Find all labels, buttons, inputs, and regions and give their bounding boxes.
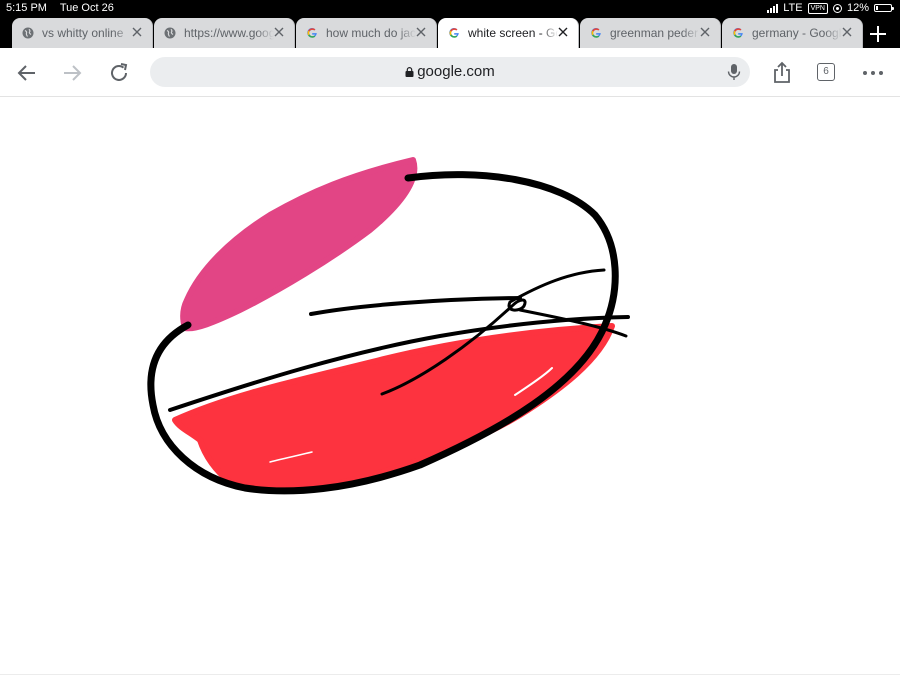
vpn-badge: VPN	[807, 2, 828, 14]
black-line-top	[309, 296, 522, 316]
signal-icon	[767, 3, 779, 13]
orientation-lock-icon	[832, 3, 842, 13]
tab-1[interactable]: vs whitty online	[12, 18, 153, 48]
google-icon	[449, 27, 459, 38]
microphone-icon[interactable]	[726, 63, 742, 81]
network-label: LTE	[783, 2, 803, 14]
close-icon[interactable]	[273, 26, 285, 38]
tab-title: white screen - Google	[468, 26, 558, 40]
red-scribble	[172, 323, 615, 493]
more-menu-icon[interactable]	[861, 61, 885, 85]
globe-icon	[22, 27, 34, 39]
back-arrow-icon[interactable]	[15, 61, 39, 85]
tab-6[interactable]: germany - Google	[722, 18, 863, 48]
close-icon[interactable]	[557, 26, 569, 38]
tab-title: https://www.google.com	[184, 26, 274, 40]
address-bar[interactable]: google.com	[150, 57, 750, 87]
tab-title: how much do jacks	[326, 26, 416, 40]
tab-2[interactable]: https://www.google.com	[154, 18, 295, 48]
new-tab-plus-icon[interactable]	[866, 22, 890, 46]
status-bar: 5:15 PM Tue Oct 26 LTE VPN 12%	[0, 0, 900, 16]
browser-toolbar: google.com 6	[0, 48, 900, 97]
browser-chrome-top: 5:15 PM Tue Oct 26 LTE VPN 12% vs whitty…	[0, 0, 900, 48]
tab-switcher-button[interactable]: 6	[817, 63, 835, 81]
battery-level	[876, 6, 878, 10]
forward-arrow-icon[interactable]	[60, 61, 84, 85]
google-icon	[307, 27, 317, 38]
tab-3[interactable]: how much do jacks	[296, 18, 437, 48]
google-icon	[733, 27, 743, 38]
tab-title: vs whitty online	[42, 26, 124, 40]
tab-title: germany - Google	[752, 26, 842, 40]
reload-icon[interactable]	[107, 61, 131, 85]
battery-icon	[874, 4, 894, 12]
share-icon[interactable]	[770, 61, 794, 85]
lock-icon	[405, 67, 414, 77]
tab-4[interactable]: white screen - Google	[438, 18, 579, 48]
web-page-content	[0, 97, 900, 675]
close-icon[interactable]	[131, 26, 143, 38]
close-icon[interactable]	[415, 26, 427, 38]
close-icon[interactable]	[699, 26, 711, 38]
url-text: google.com	[417, 63, 495, 80]
close-icon[interactable]	[841, 26, 853, 38]
tab-title: greenman peder	[610, 26, 699, 40]
google-icon	[591, 27, 601, 38]
status-date: Tue Oct 26	[59, 2, 114, 14]
globe-icon	[164, 27, 176, 39]
hand-drawn-sketch	[147, 157, 630, 495]
status-time: 5:15 PM	[6, 2, 47, 14]
tab-5[interactable]: greenman peder	[580, 18, 721, 48]
battery-percent: 12%	[846, 2, 869, 14]
tab-strip: vs whitty online https://www.google.com …	[12, 18, 864, 48]
